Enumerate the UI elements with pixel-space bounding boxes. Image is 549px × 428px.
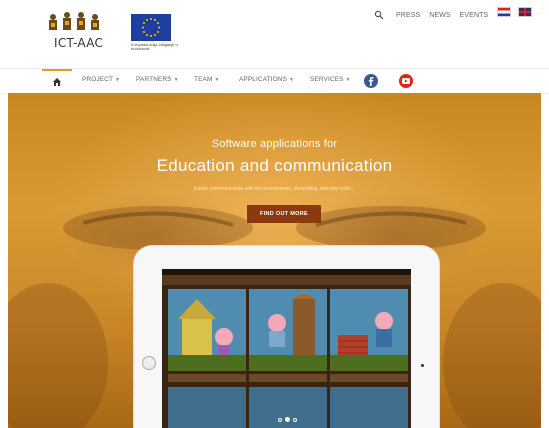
facebook-glyph-icon [368,76,374,86]
story-panel-brick-house [330,289,408,371]
youtube-glyph-icon [402,78,410,84]
hero-slider: Software applications for Education and … [8,93,541,428]
main-nav: PROJECT ▼ PARTNERS ▼ TEAM ▼ APPLICATIONS ▼ S… [0,68,549,94]
logo-text: ICT-AAC [54,36,104,50]
slider-dot-2[interactable] [285,417,290,422]
hero-description: Easier communication with the environmen… [194,186,355,192]
page: ICT-AAC Europska unija Ulaganje u budućn… [0,0,549,428]
nav-item-label: PROJECT [82,76,114,83]
eu-flag-logo [131,14,171,41]
story-panel-row2 [330,387,408,428]
chevron-down-icon: ▼ [173,77,179,83]
search-icon[interactable] [374,10,384,20]
panel-ground [330,355,408,371]
press-link[interactable]: PRESS [396,12,420,19]
english-flag-icon[interactable] [518,7,532,17]
panel-ground [249,355,327,371]
nav-item-label: PARTNERS [136,76,172,83]
panel-caption [168,374,246,382]
nav-item-team[interactable]: TEAM ▼ [194,76,220,83]
events-link[interactable]: EVENTS [460,12,489,19]
news-link[interactable]: NEWS [429,12,450,19]
nav-item-label: TEAM [194,76,213,83]
chevron-down-icon: ▼ [289,77,295,83]
site-header: ICT-AAC Europska unija Ulaganje u budućn… [0,0,549,68]
ict-aac-logo[interactable]: ICT-AAC [46,12,106,54]
logo-figures-icon [49,12,99,30]
facebook-icon[interactable] [364,74,378,88]
tablet-screen-image [162,269,411,428]
story-panel-straw-house [168,289,246,371]
chevron-down-icon: ▼ [214,77,220,83]
panel-ground [168,355,246,371]
eu-caption: Europska unija Ulaganje u budućnost [131,42,178,51]
panel-caption [249,374,327,382]
slider-pagination [278,417,297,422]
utility-nav: PRESS NEWS EVENTS [374,8,497,22]
eu-stars-icon [142,18,160,37]
nav-item-label: APPLICATIONS [239,76,288,83]
screen-title-bar [162,275,411,285]
hero-title: Education and communication [156,156,393,175]
croatian-flag-icon[interactable] [497,7,511,17]
nav-item-applications[interactable]: APPLICATIONS ▼ [239,76,294,83]
language-switcher [497,7,532,17]
tablet-camera-icon [421,364,424,367]
tablet-mockup [134,246,439,428]
home-icon [53,78,61,86]
story-panel-wood-house [249,289,327,371]
nav-item-project[interactable]: PROJECT ▼ [82,76,120,83]
hero-subtitle: Software applications for [211,138,338,150]
slider-dot-3[interactable] [293,417,297,422]
nav-item-label: SERVICES [310,76,344,83]
nav-item-services[interactable]: SERVICES ▼ [310,76,351,83]
youtube-icon[interactable] [399,74,413,88]
nav-home[interactable] [42,69,72,93]
find-out-more-button[interactable]: FIND OUT MORE [247,205,321,223]
nav-item-partners[interactable]: PARTNERS ▼ [136,76,179,83]
chevron-down-icon: ▼ [115,77,121,83]
story-panel-row2 [168,387,246,428]
slider-dot-1[interactable] [278,417,282,422]
chevron-down-icon: ▼ [345,77,351,83]
panel-caption [330,374,408,382]
tablet-home-button-icon [142,356,156,370]
